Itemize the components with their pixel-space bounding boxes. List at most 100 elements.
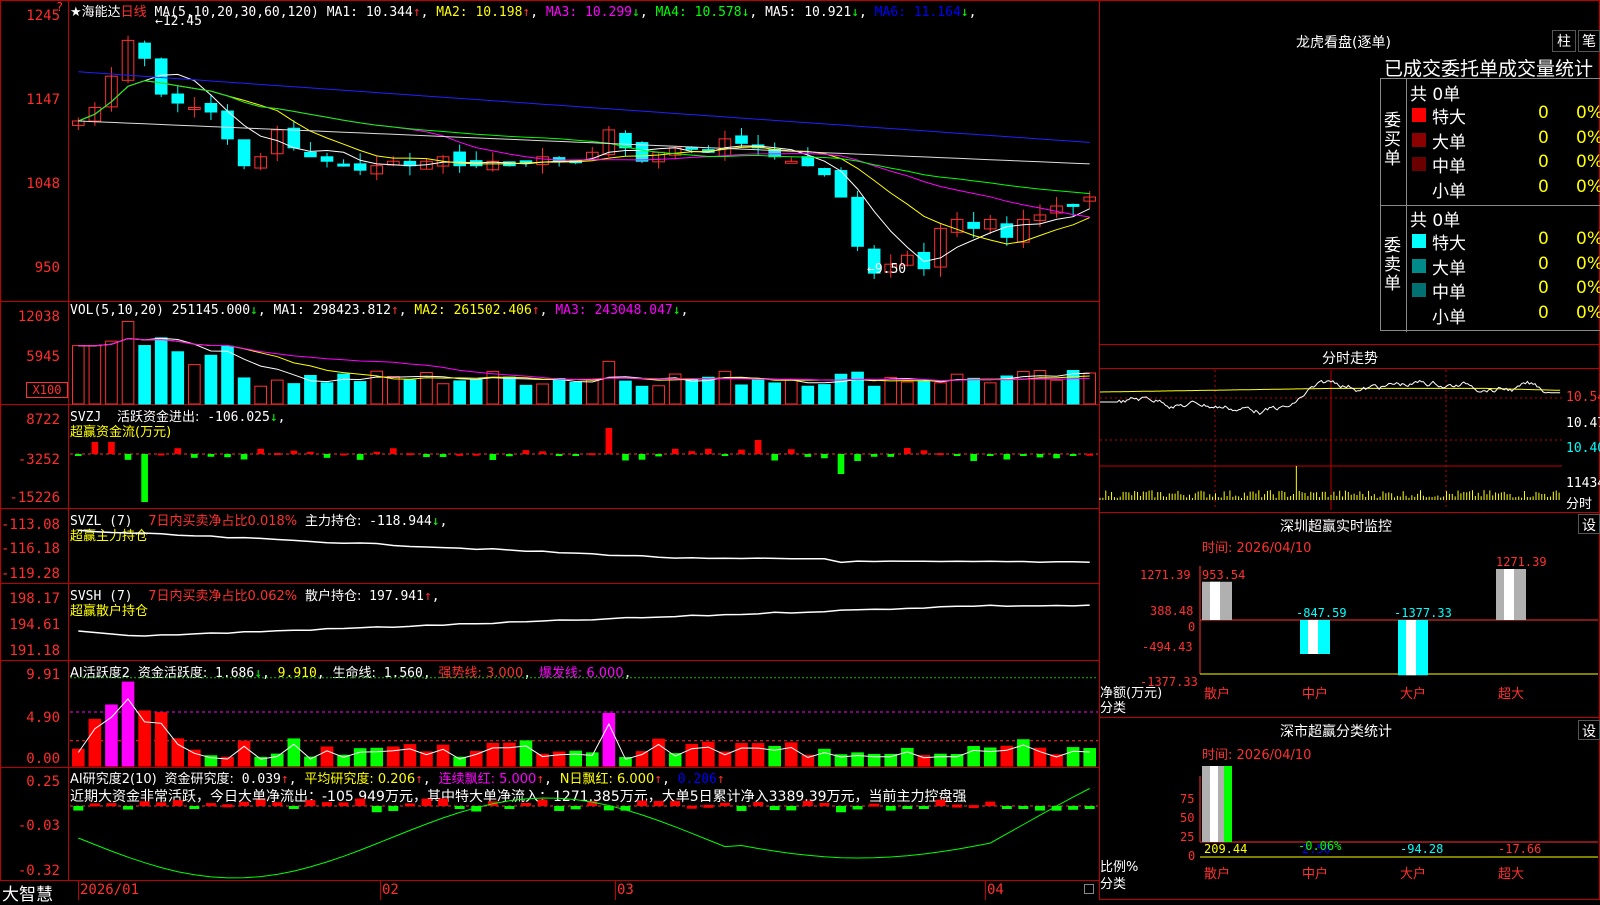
kline-chart[interactable] — [70, 18, 1098, 300]
legend-swatch — [1412, 108, 1426, 122]
vol-axis-label: 12038 — [17, 309, 60, 325]
vol-title: VOL(5,10,20) — [70, 303, 164, 318]
ai-research-chart[interactable] — [70, 782, 1098, 880]
volume-chart[interactable] — [70, 318, 1098, 405]
fund-flow-bar — [406, 453, 414, 456]
pen-mode-button[interactable]: 笔 — [1578, 30, 1600, 52]
volume-bar — [1083, 372, 1097, 405]
bar-mode-button[interactable]: 柱 — [1552, 30, 1576, 52]
monitor-bar-label: 超大 — [1498, 687, 1524, 702]
class-bar-label: 散户 — [1204, 866, 1230, 882]
research-bar — [288, 806, 299, 809]
retail-position-line — [78, 604, 1090, 637]
monitor-bar-highlight — [1308, 620, 1318, 654]
volume-bar — [138, 345, 151, 405]
volume-bar — [204, 354, 218, 405]
volume-bar — [569, 381, 583, 405]
high-price-label: ←12.45 — [155, 14, 202, 29]
y-axis-divider — [68, 0, 69, 880]
activity-bar — [552, 751, 566, 767]
activity-bar — [1066, 747, 1080, 767]
activity-bar — [851, 752, 864, 767]
fund-flow-bar — [74, 454, 82, 456]
monitor-bar-value: 1271.39 — [1496, 555, 1547, 569]
monitor-bar — [1202, 581, 1232, 620]
ai-research-axis-label: -0.03 — [17, 818, 60, 834]
fund-flow-bar — [124, 454, 132, 460]
volume-bar — [784, 379, 798, 405]
fund-flow-bar — [240, 454, 248, 460]
activity-bar — [652, 738, 665, 767]
fund-flow-bar — [854, 454, 861, 461]
activity-bar — [270, 753, 284, 767]
research-bar — [1084, 806, 1095, 809]
research-bar — [504, 806, 515, 809]
sell-total: 共 0单 — [1410, 211, 1461, 231]
fund-flow-bar — [506, 454, 513, 457]
candle-body — [337, 163, 350, 167]
volume-bar — [718, 370, 732, 405]
research-bar — [1001, 806, 1012, 809]
candle-body — [784, 160, 798, 164]
ai-research-axis-label: -0.32 — [17, 863, 60, 879]
candle-body — [834, 170, 848, 198]
legend-swatch — [1412, 307, 1426, 322]
fund-flow-bar — [439, 454, 447, 458]
price-axis-label: 1245 — [26, 8, 60, 24]
research-bar — [189, 806, 200, 809]
app-logo[interactable]: 大智慧 — [2, 880, 53, 905]
research-bar — [421, 798, 432, 806]
activity-line — [77, 698, 1090, 760]
research-bar — [968, 805, 979, 809]
fund-flow-bar — [91, 442, 99, 454]
order-percent: 0% — [1576, 103, 1600, 123]
volume-bar — [270, 379, 284, 405]
monitor-chart[interactable]: 953.54 散户 -847.59 中户 -1377.33 大户 1271.39 超大 — [1199, 555, 1598, 706]
intraday-axis-label: 11434 — [1566, 476, 1600, 491]
volume-bar — [619, 380, 632, 405]
research-bar — [985, 801, 996, 806]
monitor-bar-value: -847.59 — [1296, 606, 1347, 620]
order-type: 大单 — [1432, 132, 1466, 153]
class-settings-button[interactable]: 设 — [1578, 720, 1600, 740]
class-time: 时间: 2026/04/10 — [1202, 748, 1312, 763]
legend-swatch — [1412, 181, 1426, 196]
research-bar — [935, 799, 946, 806]
fund-flow-bar — [340, 453, 347, 456]
monitor-bar-highlight — [1406, 620, 1416, 676]
volume-bar — [287, 383, 301, 405]
order-count: 0 — [1538, 302, 1549, 323]
fund-flow-bar — [489, 454, 497, 460]
svzl-axis-label: -116.18 — [0, 541, 60, 557]
svzj-chart[interactable] — [70, 420, 1098, 508]
fund-flow-bar — [970, 454, 977, 461]
fund-flow-bar — [1069, 454, 1077, 456]
volume-bar — [735, 384, 748, 405]
volume-bar — [237, 377, 251, 405]
date-label: 02 — [382, 882, 399, 898]
intraday-divider — [1099, 368, 1600, 369]
order-type: 特大 — [1432, 108, 1466, 128]
research-bar — [686, 805, 697, 809]
svsh-chart[interactable] — [70, 603, 1098, 661]
ai-active-chart[interactable] — [70, 676, 1098, 767]
monitor-bar-highlight — [1504, 569, 1514, 620]
research-bar — [786, 806, 797, 811]
activity-bar — [668, 753, 682, 767]
research-bar — [172, 800, 183, 806]
svzj-axis-label: -15226 — [9, 490, 60, 506]
research-bar — [1068, 806, 1079, 810]
dragon-tiger-title: 龙虎看盘(逐单) — [1296, 35, 1391, 51]
svzl-chart[interactable] — [70, 528, 1098, 584]
legend-swatch — [1412, 132, 1426, 147]
class-axis-label: 75 — [1180, 792, 1195, 806]
lock-icon[interactable] — [1084, 884, 1094, 894]
monitor-settings-button[interactable]: 设 — [1578, 514, 1600, 534]
intraday-chart[interactable] — [1099, 370, 1562, 510]
research-bar — [537, 799, 548, 806]
class-chart[interactable]: 209.44散户2.50中户-94.28大户-17.66超大 — [1199, 766, 1598, 900]
ma1-line — [78, 73, 1090, 263]
intraday-axis-label: 10.54 — [1566, 390, 1600, 405]
volume-bar — [420, 372, 433, 405]
activity-bar — [685, 743, 699, 767]
